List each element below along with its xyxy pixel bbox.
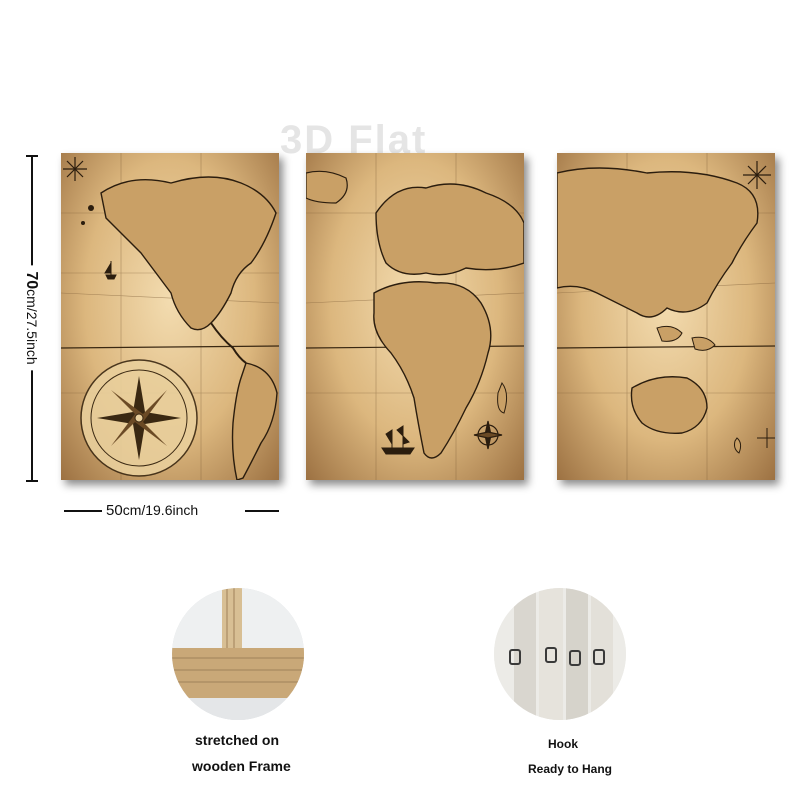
hook-detail-image bbox=[494, 588, 626, 720]
height-dimension-label: 70cm/27.5inch bbox=[22, 265, 40, 371]
asia-australia-map-illustration bbox=[557, 153, 775, 480]
width-dimension-label: 50cm/19.6inch bbox=[106, 502, 198, 519]
width-cm-value: 50 bbox=[106, 502, 123, 519]
height-dimension-cap-bottom bbox=[26, 480, 38, 482]
height-unit-text: cm/27.5inch bbox=[24, 289, 40, 365]
americas-map-illustration bbox=[61, 153, 279, 480]
hook-caption-line1: Hook bbox=[548, 737, 578, 751]
width-unit-text: cm/19.6inch bbox=[122, 502, 199, 518]
canvas-panel-right bbox=[557, 153, 775, 480]
hook-caption-line2: Ready to Hang bbox=[528, 762, 613, 776]
width-dimension-line-right bbox=[245, 510, 279, 512]
frame-caption-line1: stretched on bbox=[195, 732, 280, 748]
canvas-panel-center bbox=[306, 153, 524, 480]
wooden-frame-detail-image bbox=[172, 588, 304, 720]
europe-africa-map-illustration bbox=[306, 153, 524, 480]
frame-caption-line2: wooden Frame bbox=[192, 758, 291, 774]
height-cm-value: 70 bbox=[23, 271, 40, 290]
width-dimension-line-left bbox=[64, 510, 102, 512]
wooden-frame-illustration bbox=[172, 588, 304, 720]
canvas-panel-left bbox=[61, 153, 279, 480]
hook-illustration bbox=[494, 588, 626, 720]
